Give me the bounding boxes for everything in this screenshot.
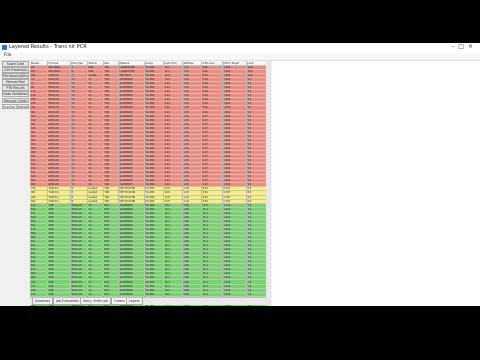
sidebar-button-0[interactable]: Score Card bbox=[2, 61, 29, 67]
app-icon bbox=[2, 45, 7, 50]
sheet-tabs: Summary Job Evaluation Sorry, Enter job Fla… bbox=[30, 297, 266, 305]
vertical-scrollbar[interactable] bbox=[266, 61, 271, 306]
title-bar: Layered Results - Trans nir PCR –□× bbox=[0, 43, 480, 53]
menu-file[interactable]: File bbox=[4, 53, 12, 58]
window-title: Layered Results - Trans nir PCR bbox=[9, 44, 87, 50]
maximize-icon[interactable]: □ bbox=[458, 43, 468, 50]
window-controls: –□× bbox=[451, 43, 477, 50]
sidebar-button-4[interactable]: PTR Results bbox=[2, 85, 29, 91]
close-icon[interactable]: × bbox=[468, 43, 477, 50]
sidebar-button-5[interactable]: Data Validation bbox=[2, 91, 29, 97]
menu-bar: File bbox=[0, 53, 480, 61]
sidebar-button-2[interactable]: Pitchbacks/Results bbox=[2, 73, 29, 79]
sheet-tab-4[interactable]: Layers bbox=[126, 298, 143, 305]
results-grid[interactable]: Builder Formula Pole Type Stands Nail Materia… bbox=[30, 61, 266, 306]
sidebar-button-3[interactable]: Manual Pool bbox=[2, 79, 29, 85]
results-table: Builder Formula Pole Type Stands Nail Materia… bbox=[30, 61, 266, 306]
sidebar-button-7[interactable]: Scoring Method bbox=[2, 103, 29, 110]
sidebar-button-6[interactable]: Rescore Cards bbox=[2, 97, 29, 104]
sheet-tab-1[interactable]: Job Evaluation bbox=[53, 298, 82, 305]
sheet-tab-0[interactable]: Summary bbox=[32, 298, 54, 305]
app-window: Layered Results - Trans nir PCR –□× File… bbox=[0, 43, 480, 306]
sidebar-button-1[interactable]: CSV Prediction bbox=[2, 67, 29, 73]
empty-pane bbox=[272, 61, 480, 306]
sheet-tab-2[interactable]: Sorry, Enter job bbox=[80, 298, 111, 305]
sidebar: Score CardCSV PredictionPitchbacks/Resul… bbox=[2, 61, 29, 110]
